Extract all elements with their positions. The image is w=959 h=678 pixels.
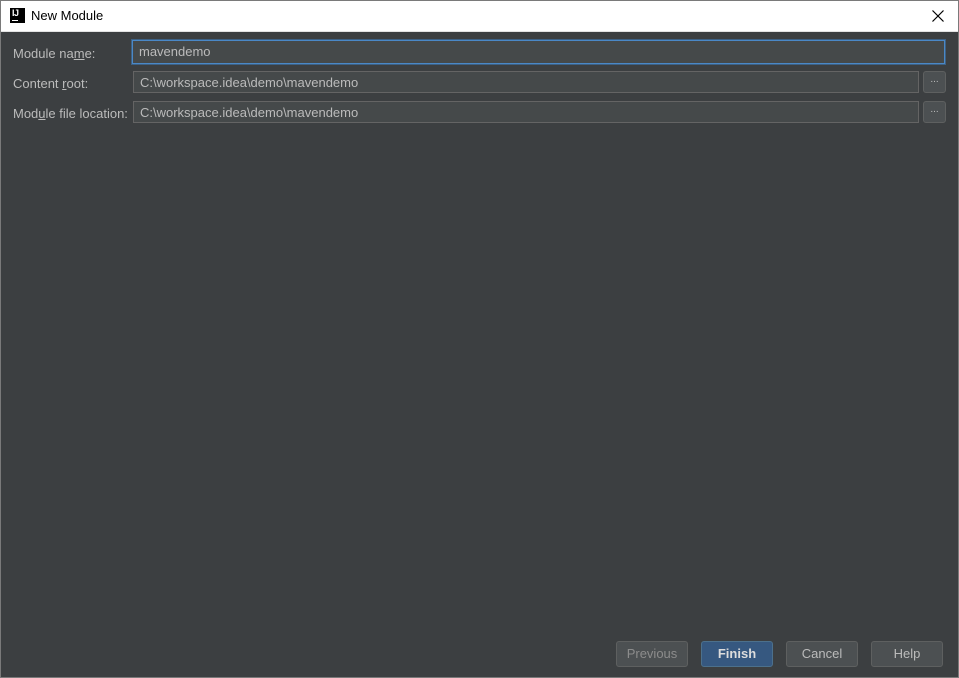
module-file-location-label: Module file location: [13,106,128,122]
content-root-browse-button[interactable]: ... [923,71,946,93]
app-icon-glyph: IJ [12,8,19,18]
new-module-dialog: IJ New Module Module name: mavendemo Con… [0,0,959,678]
label-text: oot: [66,76,89,91]
label-text: Module na [13,46,74,61]
label-text: le file location: [45,106,128,121]
close-button[interactable] [921,1,955,31]
label-mnemonic: m [73,46,85,61]
label-text: Mod [13,106,39,121]
label-text: e: [84,46,96,61]
help-button[interactable]: Help [871,641,943,667]
module-name-input[interactable]: mavendemo [132,40,945,64]
label-mnemonic: u [38,106,46,121]
finish-button[interactable]: Finish [701,641,773,667]
window-title: New Module [31,8,104,23]
app-icon-bar [12,19,18,21]
intellij-icon: IJ [10,8,25,23]
label-text: Content [13,76,63,91]
module-file-location-input[interactable]: C:\workspace.idea\demo\mavendemo [133,101,919,123]
module-name-label: Module name: [13,46,95,62]
close-icon [932,10,944,22]
content-root-input[interactable]: C:\workspace.idea\demo\mavendemo [133,71,919,93]
title-bar: IJ New Module [1,1,958,32]
content-root-label: Content root: [13,76,88,92]
previous-button[interactable]: Previous [616,641,688,667]
module-file-location-browse-button[interactable]: ... [923,101,946,123]
cancel-button[interactable]: Cancel [786,641,858,667]
